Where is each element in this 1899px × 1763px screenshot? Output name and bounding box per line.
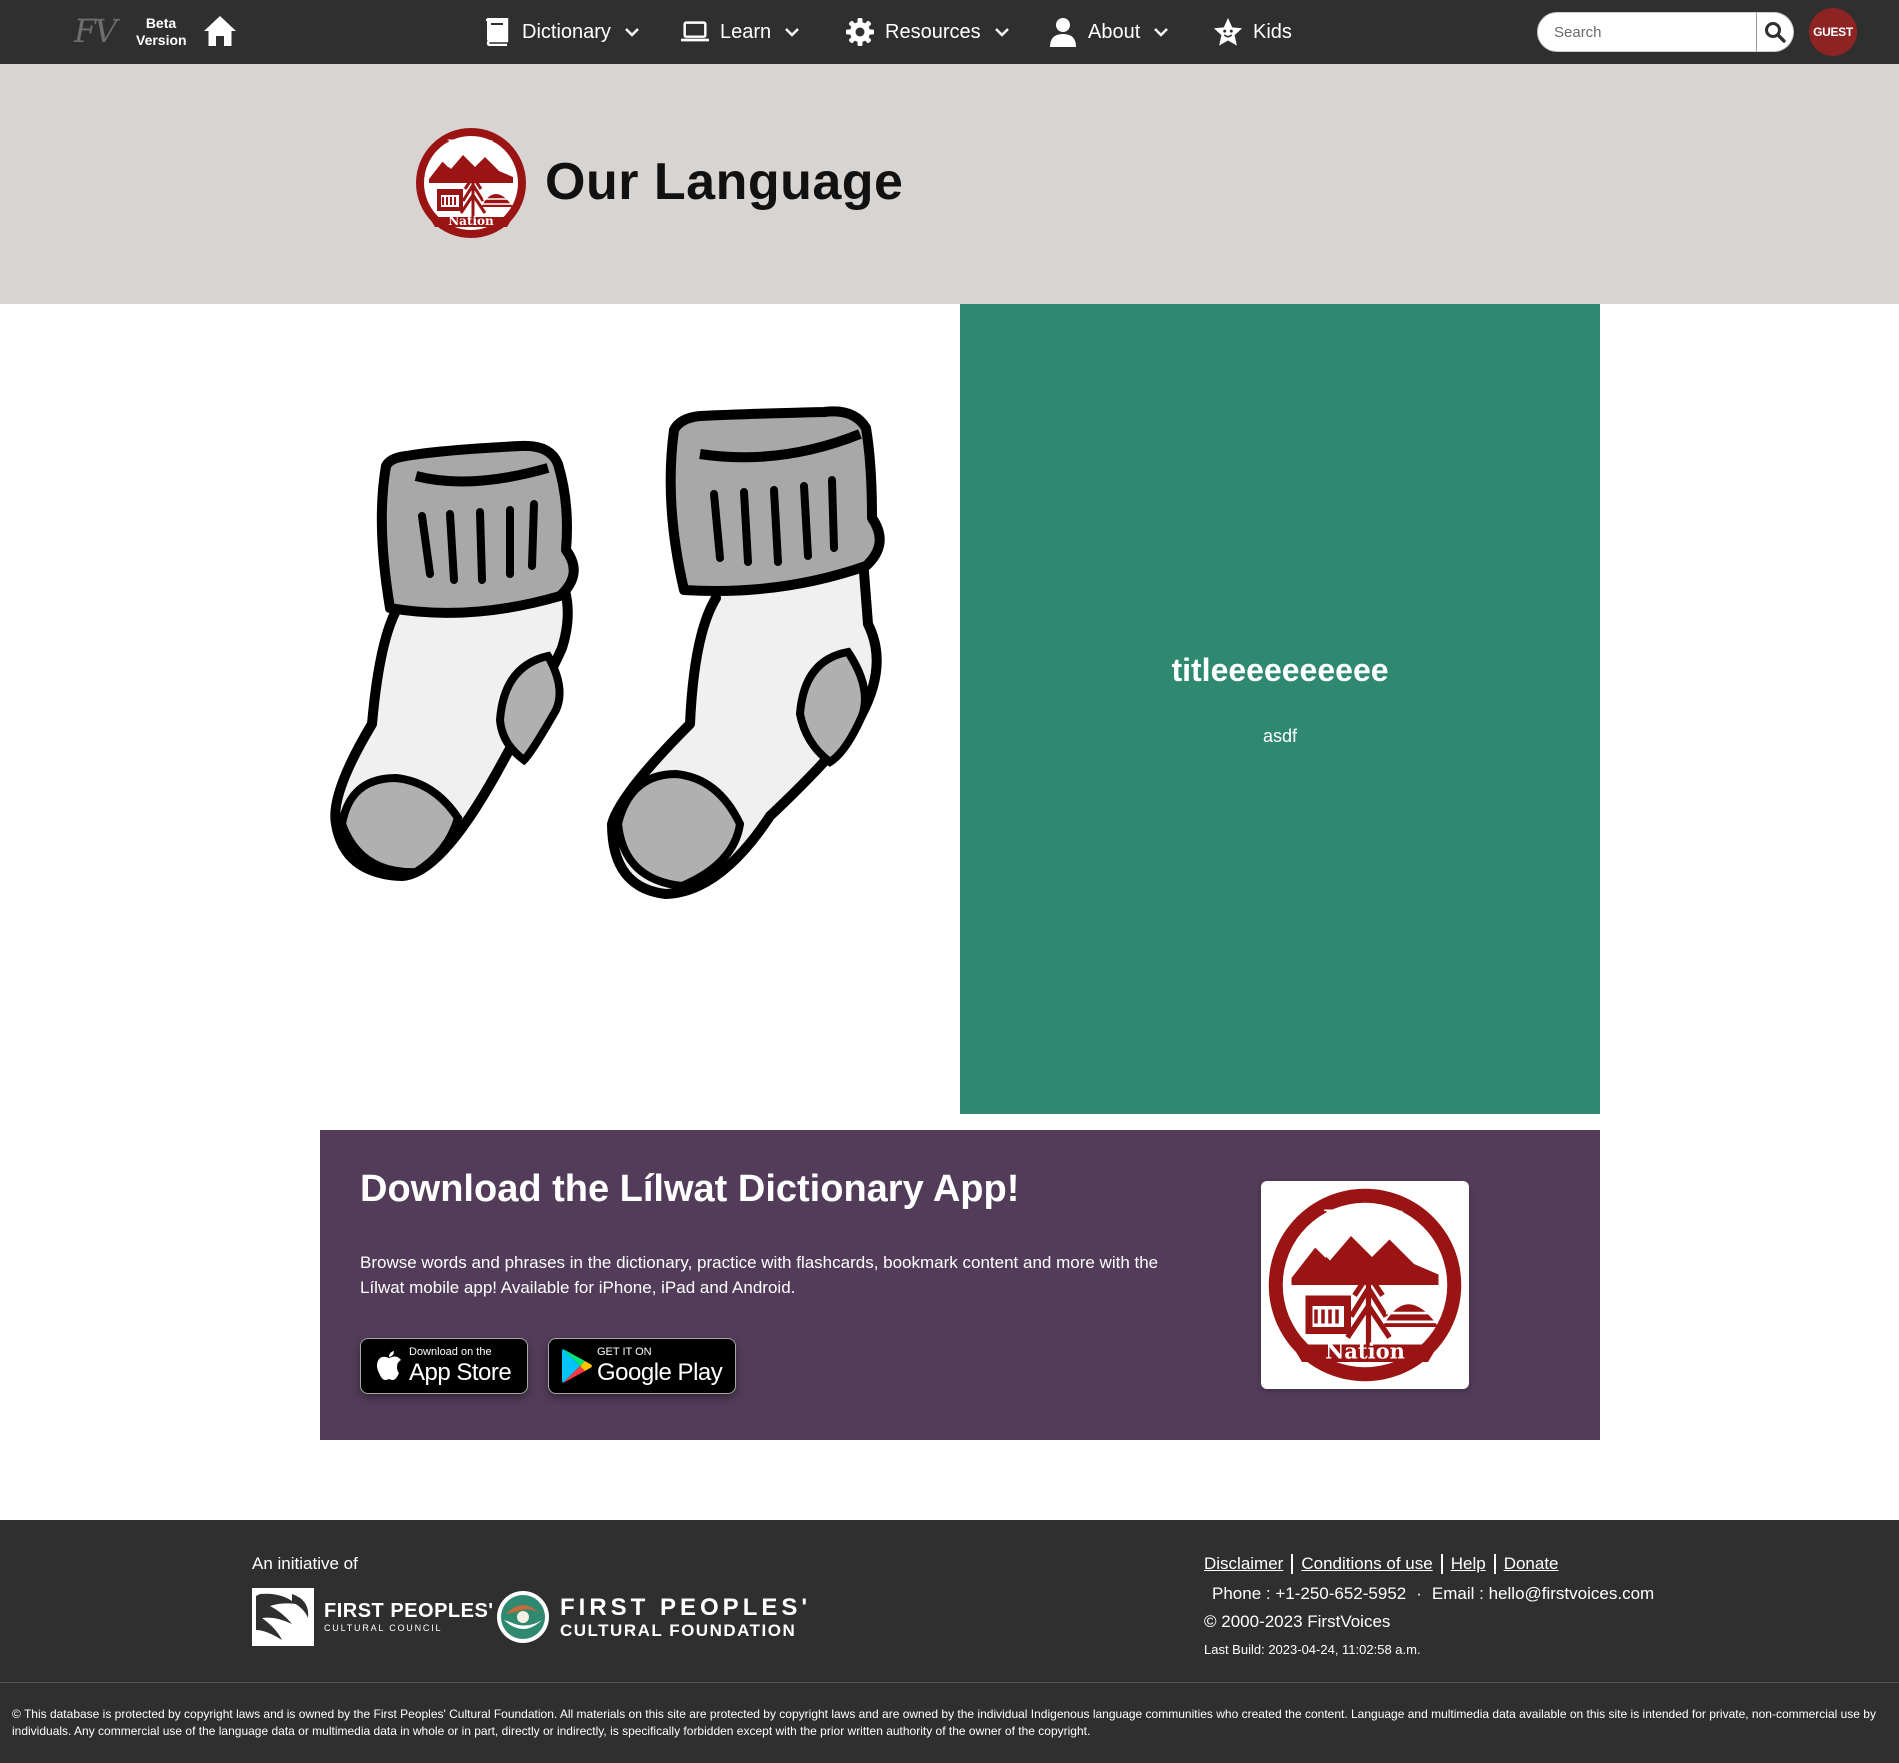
search-input[interactable] [1538, 13, 1756, 51]
site-footer: An initiative of FIRST PEOPLES' CULTURAL… [0, 1520, 1899, 1763]
lilwat-nation-logo: Lílwat Nation [416, 128, 526, 238]
hero-image-socks [320, 304, 960, 1114]
nav-about-label: About [1088, 20, 1141, 43]
search-button[interactable] [1756, 12, 1794, 52]
nav-kids-label: Kids [1253, 20, 1292, 43]
hero-title: titleeeeeeeeee [1171, 652, 1389, 688]
gear-icon [845, 17, 875, 47]
google-play-small-text: GET IT ON [597, 1346, 652, 1358]
app-download-banner: Download the Lílwat Dictionary App! Brow… [320, 1130, 1600, 1440]
fpcc-subtitle: CULTURAL COUNCIL [324, 1623, 443, 1633]
app-store-label: App Store [409, 1359, 512, 1386]
chevron-down-icon [625, 28, 639, 37]
nav-resources[interactable]: Resources [845, 0, 1011, 64]
logo-text-bottom: Nation [448, 214, 494, 228]
search-icon [1765, 22, 1786, 43]
fpcf-subtitle: CULTURAL FOUNDATION [560, 1620, 797, 1640]
footer-link-conditions[interactable]: Conditions of use [1291, 1554, 1440, 1574]
google-play-label: Google Play [597, 1359, 723, 1386]
app-logo-text-top: Lílwat [1323, 1204, 1408, 1233]
footer-legal-notice: © This database is protected by copyrigh… [12, 1707, 1876, 1738]
app-logo-text-bottom: Nation [1325, 1339, 1405, 1364]
footer-link-disclaimer[interactable]: Disclaimer [1204, 1554, 1291, 1574]
footer-phone: Phone : +1-250-652-5952 [1212, 1584, 1407, 1603]
home-icon[interactable] [202, 14, 238, 48]
hero-panel: titleeeeeeeeee asdf [960, 304, 1600, 1114]
nav-learn-label: Learn [720, 20, 772, 43]
chevron-down-icon [994, 28, 1009, 37]
star-face-icon [1213, 17, 1243, 47]
nav-resources-label: Resources [885, 20, 981, 43]
app-download-description: Browse words and phrases in the dictiona… [360, 1253, 1159, 1297]
fpcf-name: FIRST PEOPLES' [560, 1593, 812, 1621]
footer-copyright: © 2000-2023 FirstVoices [1204, 1612, 1391, 1631]
google-play-icon [557, 1348, 597, 1384]
footer-link-help[interactable]: Help [1440, 1554, 1494, 1574]
footer-email[interactable]: Email : hello@firstvoices.com [1432, 1584, 1654, 1603]
footer-last-build: Last Build: 2023-04-24, 11:02:58 a.m. [1204, 1642, 1421, 1657]
book-icon [482, 17, 512, 47]
footer-links: Disclaimer Conditions of use Help Donate [1204, 1554, 1567, 1574]
beta-version-label: Beta Version [136, 15, 187, 48]
nav-kids[interactable]: Kids [1213, 0, 1292, 64]
nav-dictionary[interactable]: Dictionary [482, 0, 641, 64]
footer-contact: Phone : +1-250-652-5952 · Email : hello@fi… [1212, 1584, 1654, 1604]
apple-icon [369, 1351, 409, 1381]
page-title: Our Language [545, 153, 904, 211]
app-store-small-text: Download on the [409, 1346, 492, 1358]
google-play-button[interactable]: GET IT ON Google Play [548, 1338, 736, 1394]
initiative-label: An initiative of [252, 1554, 358, 1573]
logo-text-top: Lílwat [447, 138, 496, 154]
contact-separator: · [1416, 1584, 1422, 1603]
firstvoices-logo[interactable]: FV [74, 12, 117, 50]
sock-illustration-left [330, 440, 579, 881]
chevron-down-icon [785, 28, 800, 37]
fpcc-emblem-icon [252, 1588, 314, 1646]
sock-illustration-right [607, 406, 885, 899]
fpcc-logo[interactable]: FIRST PEOPLES' CULTURAL COUNCIL [252, 1588, 494, 1646]
search-box [1537, 12, 1757, 52]
fpcf-logo[interactable]: FIRST PEOPLES' CULTURAL FOUNDATION [496, 1588, 811, 1646]
lilwat-nation-app-logo: Lílwat Nation [1268, 1188, 1462, 1382]
nav-learn[interactable]: Learn [680, 0, 801, 64]
guest-avatar-button[interactable]: GUEST [1809, 8, 1857, 56]
top-navbar: FV Beta Version Dictionary Learn Resourc… [0, 0, 1899, 64]
nav-dictionary-label: Dictionary [522, 20, 611, 43]
person-icon [1048, 17, 1078, 47]
fpcf-emblem-icon [497, 1591, 549, 1643]
nav-about[interactable]: About [1048, 0, 1170, 64]
hero-text: asdf [1262, 726, 1298, 746]
footer-link-donate[interactable]: Donate [1493, 1554, 1567, 1574]
app-download-heading: Download the Lílwat Dictionary App! [360, 1168, 1020, 1210]
page-header [0, 64, 1899, 304]
laptop-icon [680, 17, 710, 47]
app-store-button[interactable]: Download on the App Store [360, 1338, 528, 1394]
app-logo-card: Lílwat Nation [1261, 1181, 1469, 1389]
fpcc-name: FIRST PEOPLES' [324, 1600, 494, 1622]
footer-divider [0, 1682, 1899, 1683]
chevron-down-icon [1154, 28, 1169, 37]
